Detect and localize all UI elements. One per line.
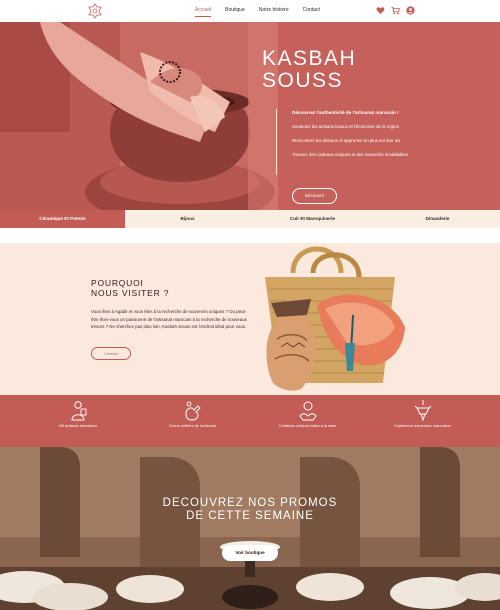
tab-cuir-et-maroquinerie[interactable]: Cuir Et Maroquinerie (250, 210, 375, 228)
promo-title-line2: DE CETTE SEMAINE (186, 510, 314, 522)
hero-divider (276, 109, 277, 175)
hero-title-line1: KASBAH (262, 47, 357, 70)
nav-links: Accueil Boutique Notre histoire Contact (188, 0, 327, 22)
hero-title-line2: SOUSS (262, 69, 344, 92)
nav-link-accueil[interactable]: Accueil (188, 0, 218, 22)
crafts-icon (184, 401, 201, 421)
kasbah-logo-icon[interactable] (87, 3, 103, 19)
feature-crafts-label: Divers métiers de l'artisanat (169, 424, 216, 428)
handmade-icon (298, 401, 317, 421)
artisan-icon (70, 401, 86, 421)
hero-title: KASBAH SOUSS (262, 48, 402, 92)
nav-link-boutique[interactable]: Boutique (218, 0, 252, 22)
hero-line-3: Trouvez des cadeaux uniques et des souve… (292, 152, 409, 157)
heart-icon[interactable] (376, 6, 385, 15)
nav-link-notre-histoire[interactable]: Notre histoire (252, 0, 296, 22)
feature-artisans-label: +60 artisans talentueux (57, 424, 98, 428)
user-icon[interactable] (406, 6, 415, 15)
why-visit-text: Vous êtes à Agadir et vous êtes à la rec… (91, 309, 247, 330)
pottery-wheel-photo (0, 22, 278, 210)
hero-lead: Découvrez l'authenticité de l'artisanat … (292, 110, 399, 115)
tab-dinanderie[interactable]: Dinanderie (375, 210, 500, 228)
view-shop-button[interactable]: Voir boutique (222, 545, 278, 561)
hero-line-1: Soutenez les artisans locaux et l'économ… (292, 124, 400, 129)
moroccan-interior-photo (0, 447, 500, 610)
cart-icon[interactable] (391, 6, 400, 15)
feature-handmade: Créations uniques faites à la main (263, 395, 353, 447)
feature-experience-label: Expérience immersive marocaine (394, 424, 451, 428)
hero-line-2: Rencontrez les artisans et apprenez-en p… (292, 138, 401, 143)
chandelier-icon (414, 400, 431, 422)
promo-title: DECOUVREZ NOS PROMOS DE CETTE SEMAINE (0, 497, 500, 523)
feature-handmade-label: Créations uniques faites à la main (278, 424, 337, 428)
tab-bijoux[interactable]: Bijoux (125, 210, 250, 228)
tab-ceramique-et-poterie[interactable]: Céramique Et Poterie (0, 210, 125, 228)
why-visit-title-line1: POURQUOI (91, 278, 144, 288)
contact-button[interactable]: Contact (91, 347, 131, 360)
nav-icons (376, 6, 415, 15)
hero-section: KASBAH SOUSS Découvrez l'authenticité de… (0, 22, 500, 210)
why-visit-title-line2: NOUS VISITER ? (91, 288, 170, 298)
category-tabs: Céramique Et Poterie Bijoux Cuir Et Maro… (0, 210, 500, 228)
discover-button[interactable]: Découvrir (292, 188, 337, 204)
promo-title-line1: DECOUVREZ NOS PROMOS (162, 497, 338, 509)
feature-crafts: Divers métiers de l'artisanat (148, 395, 238, 447)
crafts-basket-photo (265, 246, 405, 391)
promo-section: DECOUVREZ NOS PROMOS DE CETTE SEMAINE Vo… (0, 447, 500, 610)
feature-artisans: +60 artisans talentueux (33, 395, 123, 447)
feature-experience: Expérience immersive marocaine (378, 395, 468, 447)
nav-link-contact[interactable]: Contact (296, 0, 327, 22)
why-visit-section: POURQUOI NOUS VISITER ? Vous êtes à Agad… (0, 243, 500, 395)
top-navbar: Accueil Boutique Notre histoire Contact (0, 0, 500, 22)
why-visit-title: POURQUOI NOUS VISITER ? (91, 278, 169, 298)
features-band: +60 artisans talentueux Divers métiers d… (0, 395, 500, 447)
